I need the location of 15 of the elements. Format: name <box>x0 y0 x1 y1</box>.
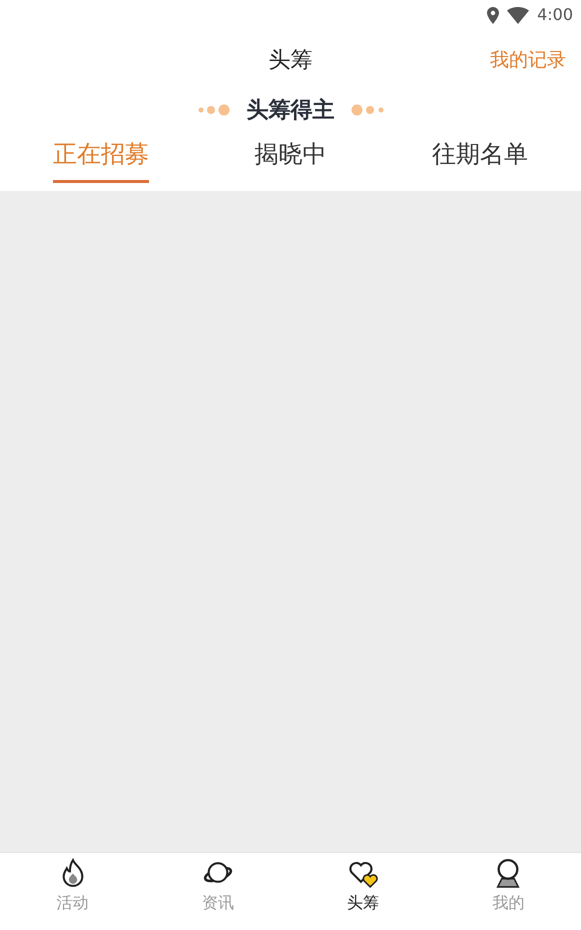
tab[interactable]: 揭晓中 <box>254 136 326 183</box>
nav-tab[interactable]: 资讯 <box>202 853 234 915</box>
dots-decoration <box>350 103 384 117</box>
records-link[interactable]: 我的记录 <box>490 46 566 74</box>
tab[interactable]: 往期名单 <box>432 136 528 183</box>
nav-tab[interactable]: 我的 <box>492 853 524 915</box>
nav-tab[interactable]: 头筹 <box>347 853 380 915</box>
dots-decoration <box>198 103 230 117</box>
clock-time: 4:00 <box>537 4 573 26</box>
page-title: 头筹 <box>268 46 312 74</box>
wifi-icon <box>507 6 530 24</box>
tab[interactable]: 正在招募 <box>52 136 149 183</box>
section-title: 头筹得主 <box>246 96 334 124</box>
location-icon <box>487 6 500 24</box>
nav-tab[interactable]: 活动 <box>56 853 89 915</box>
